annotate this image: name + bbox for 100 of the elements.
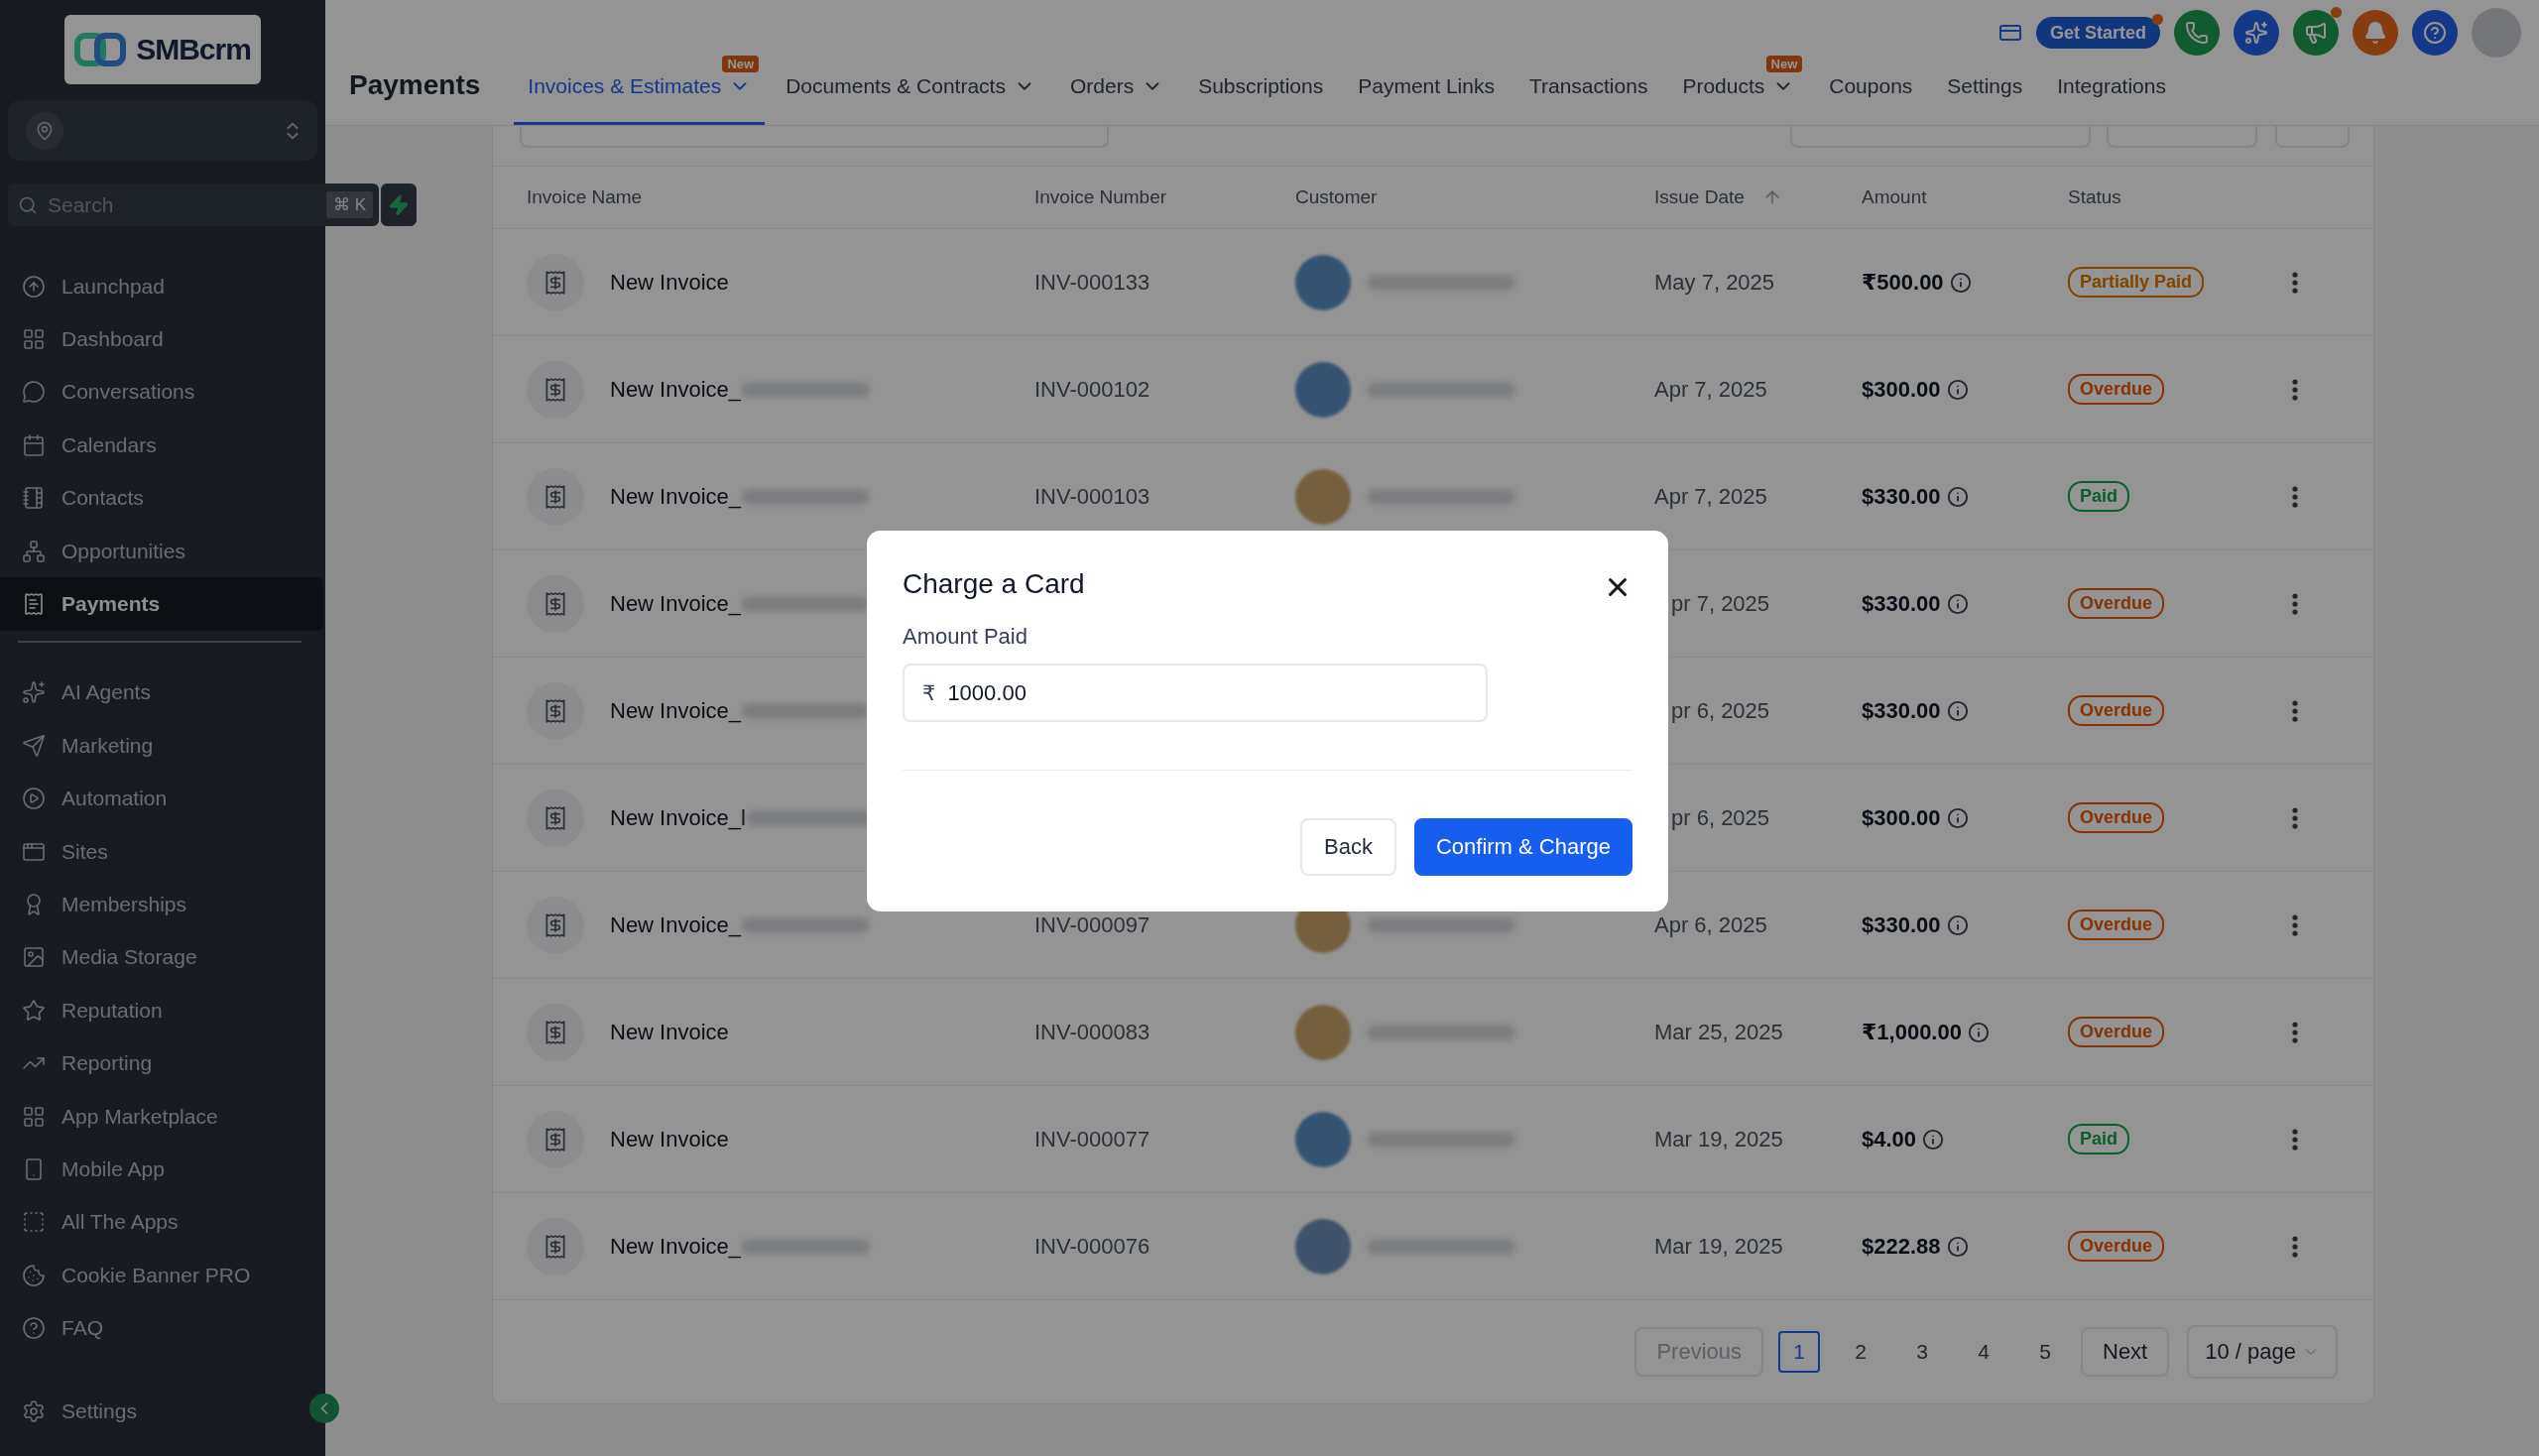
table-cell-text: May 7, 2025 bbox=[1654, 269, 1776, 296]
tab[interactable]: Subscriptions bbox=[1184, 74, 1338, 125]
info-icon[interactable] bbox=[1946, 592, 1969, 615]
tab[interactable]: Integrations bbox=[2043, 74, 2180, 125]
column-header[interactable]: Issue Date bbox=[1654, 186, 1862, 208]
info-icon[interactable] bbox=[1946, 1235, 1969, 1258]
more-icon bbox=[2292, 806, 2298, 829]
receipt-icon bbox=[543, 483, 568, 510]
table-cell-text: pr 6, 2025 bbox=[1670, 804, 1771, 831]
column-header[interactable]: Status bbox=[2068, 186, 2292, 208]
sidebar-item-icon bbox=[22, 1104, 46, 1129]
sidebar-item[interactable]: Launchpad bbox=[0, 260, 323, 313]
bell-button[interactable] bbox=[2353, 10, 2398, 56]
sidebar-item[interactable]: Automation bbox=[0, 772, 323, 825]
tab[interactable]: Documents & Contracts bbox=[772, 74, 1049, 125]
invoice-name[interactable]: New Invoice_ bbox=[610, 590, 742, 617]
sidebar-item[interactable]: Reporting bbox=[0, 1036, 323, 1090]
column-header[interactable]: Invoice Number bbox=[1034, 186, 1295, 208]
info-icon[interactable] bbox=[1946, 806, 1969, 829]
next-button[interactable]: Next bbox=[2081, 1327, 2170, 1377]
tab[interactable]: Coupons bbox=[1815, 74, 1927, 125]
invoice-name[interactable]: New Invoice_ bbox=[610, 483, 742, 510]
sidebar-item-icon bbox=[22, 733, 46, 758]
more-icon bbox=[2292, 485, 2298, 508]
info-icon[interactable] bbox=[1946, 699, 1969, 722]
tab[interactable]: Settings bbox=[1933, 74, 2037, 125]
sidebar-item[interactable]: Opportunities bbox=[0, 524, 323, 578]
phone-button[interactable] bbox=[2174, 10, 2220, 56]
receipt-icon bbox=[543, 376, 568, 403]
get-started-button[interactable]: Get Started bbox=[2035, 17, 2160, 49]
location-switcher[interactable] bbox=[8, 100, 317, 161]
column-header[interactable]: Amount bbox=[1862, 186, 2068, 208]
more-icon bbox=[2292, 592, 2298, 615]
help-button[interactable] bbox=[2412, 10, 2458, 56]
megaphone-button[interactable] bbox=[2293, 10, 2339, 56]
invoice-name[interactable]: New Invoice_ bbox=[610, 376, 742, 403]
help-icon bbox=[2423, 21, 2447, 45]
more-icon bbox=[2292, 913, 2298, 936]
amount: $300.00 bbox=[1862, 376, 1941, 403]
info-icon[interactable] bbox=[1967, 1021, 1990, 1043]
sidebar-item[interactable]: Payments bbox=[0, 577, 323, 631]
invoice-name[interactable]: New Invoice_l bbox=[610, 804, 746, 831]
sidebar-item-icon bbox=[22, 1399, 46, 1424]
sidebar-item[interactable]: Settings bbox=[0, 1385, 302, 1438]
sidebar-item[interactable]: Contacts bbox=[0, 471, 323, 525]
more-icon bbox=[2292, 271, 2298, 294]
sidebar-item-icon bbox=[22, 1210, 46, 1235]
sidebar-item[interactable]: Sites bbox=[0, 824, 323, 879]
sidebar-item[interactable]: Memberships bbox=[0, 878, 323, 931]
sidebar-item[interactable]: App Marketplace bbox=[0, 1089, 323, 1144]
collapse-button[interactable] bbox=[309, 1393, 339, 1423]
info-icon[interactable] bbox=[1949, 271, 1972, 294]
info-icon[interactable] bbox=[1946, 485, 1969, 508]
table-cell-text: Apr 6, 2025 bbox=[1654, 911, 1768, 938]
table-cell-text: INV-000097 bbox=[1034, 911, 1151, 938]
sidebar-item[interactable]: Dashboard bbox=[0, 312, 323, 366]
column-header[interactable]: Customer bbox=[1295, 186, 1654, 208]
page-size-select[interactable]: 10 / page bbox=[2187, 1325, 2338, 1379]
sidebar-item-icon bbox=[22, 380, 46, 405]
confirm-button[interactable]: Confirm & Charge bbox=[1413, 818, 1632, 876]
invoice-name[interactable]: New Invoice_ bbox=[610, 1233, 742, 1260]
invoice-name[interactable]: New Invoice bbox=[610, 1019, 729, 1045]
info-icon[interactable] bbox=[1922, 1128, 1945, 1151]
sidebar-item[interactable]: Media Storage bbox=[0, 930, 323, 985]
sparkle-button[interactable] bbox=[2234, 10, 2279, 56]
bell-icon bbox=[2363, 21, 2387, 45]
amount-field[interactable]: ₹ 1000.00 bbox=[903, 664, 1488, 722]
sidebar-item[interactable]: Mobile App bbox=[0, 1143, 323, 1196]
sidebar-item[interactable]: Reputation bbox=[0, 984, 323, 1037]
column-header[interactable]: Invoice Name bbox=[527, 186, 1034, 208]
sidebar-item[interactable]: All The Apps bbox=[0, 1195, 323, 1250]
table-cell-text: Mar 19, 2025 bbox=[1654, 1126, 1784, 1153]
location-icon bbox=[35, 120, 55, 141]
sidebar-item-icon bbox=[22, 680, 46, 705]
invoice-name[interactable]: New Invoice bbox=[610, 1126, 729, 1153]
receipt-icon bbox=[543, 804, 568, 831]
sidebar-item[interactable]: Marketing bbox=[0, 719, 323, 773]
page-number[interactable]: 1 bbox=[1778, 1331, 1820, 1373]
invoice-name[interactable]: New Invoice_ bbox=[610, 911, 742, 938]
sidebar-item[interactable]: AI Agents bbox=[0, 666, 323, 720]
amount: $4.00 bbox=[1862, 1126, 1917, 1153]
status-tag: Overdue bbox=[2068, 588, 2165, 619]
sidebar-item-icon bbox=[22, 432, 46, 457]
sidebar-item[interactable]: Calendars bbox=[0, 419, 323, 472]
sidebar-item-icon bbox=[22, 592, 46, 617]
invoice-name[interactable]: New Invoice bbox=[610, 269, 729, 296]
info-icon[interactable] bbox=[1946, 913, 1969, 936]
tab[interactable]: Orders bbox=[1055, 74, 1178, 125]
amount: $330.00 bbox=[1862, 590, 1941, 617]
quick-action-button[interactable] bbox=[381, 183, 418, 226]
info-icon[interactable] bbox=[1946, 378, 1969, 401]
sidebar-item[interactable]: Conversations bbox=[0, 365, 323, 420]
sidebar-item[interactable]: Cookie Banner PRO bbox=[0, 1249, 323, 1302]
invoice-name[interactable]: New Invoice_ bbox=[610, 697, 742, 724]
tab[interactable]: Payment Links bbox=[1344, 74, 1509, 125]
amount: $222.88 bbox=[1862, 1233, 1941, 1260]
status-tag: Overdue bbox=[2068, 374, 2165, 405]
sidebar-item[interactable]: FAQ bbox=[0, 1301, 323, 1355]
tab[interactable]: Transactions bbox=[1514, 74, 1662, 125]
back-button[interactable]: Back bbox=[1300, 818, 1396, 876]
